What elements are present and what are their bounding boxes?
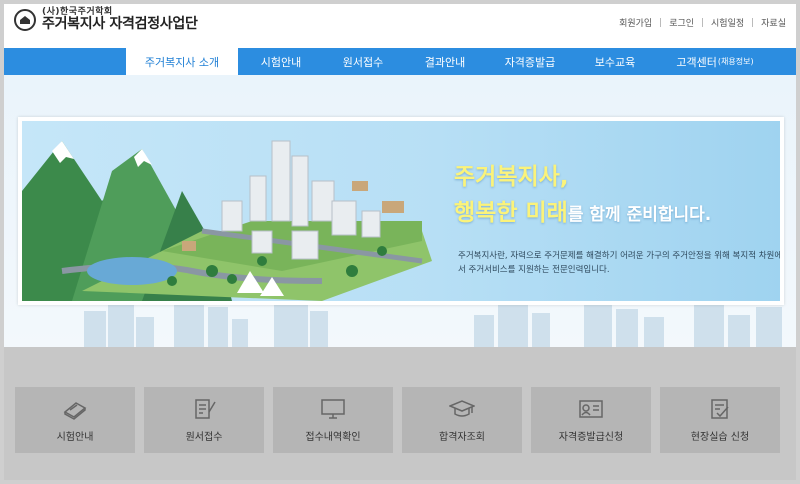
- nav-label: 자격증발급: [504, 55, 556, 69]
- application-form-icon: [195, 398, 216, 419]
- banner-slogan-line2: 행복한 미래를 함께 준비합니다.: [454, 193, 711, 227]
- site-title: 주거복지사 자격검정사업단: [42, 16, 198, 33]
- nav-label: 시험안내: [260, 55, 302, 69]
- quick-field-practice-button[interactable]: 현장실습 신청: [660, 387, 780, 453]
- quick-label: 현장실습 신청: [690, 431, 750, 443]
- quick-exam-info-button[interactable]: 시험안내: [15, 387, 135, 453]
- quick-receipt-check-button[interactable]: 접수내역확인: [273, 387, 393, 453]
- nav-item-training[interactable]: 보수교육: [574, 48, 656, 75]
- hero-section: 주거복지사, 행복한 미래를 함께 준비합니다. 주거복지사란, 자력으로 주거…: [4, 75, 796, 347]
- quick-pass-lookup-button[interactable]: 합격자조회: [402, 387, 522, 453]
- nav-item-results[interactable]: 결과안내: [404, 48, 486, 75]
- nav-item-customer-center[interactable]: 고객센터 (채용정보): [660, 48, 770, 75]
- divider: [660, 18, 662, 27]
- main-nav: 주거복지사 소개 시험안내 원서접수 결과안내 자격증발급 보수교육 고객센터(…: [4, 48, 796, 75]
- nav-item-exam-info[interactable]: 시험안내: [240, 48, 322, 75]
- nav-label: 원서접수: [342, 55, 384, 69]
- utility-links: 회원가입 로그인 시험일정 자료실: [619, 16, 786, 29]
- banner-slogan-line1: 주거복지사,: [454, 164, 569, 190]
- nav-suffix: (채용정보): [717, 57, 754, 66]
- quick-label: 합격자조회: [439, 431, 485, 443]
- divider: [752, 18, 754, 27]
- site-header: (사)한국주거학회 주거복지사 자격검정사업단 회원가입 로그인 시험일정 자료…: [0, 0, 800, 48]
- main-banner[interactable]: 주거복지사, 행복한 미래를 함께 준비합니다. 주거복지사란, 자력으로 주거…: [18, 117, 784, 305]
- slogan-part: 함께 준비합니다.: [589, 205, 712, 225]
- nav-label: 보수교육: [594, 55, 636, 69]
- login-link[interactable]: 로그인: [669, 16, 694, 29]
- seal-icon: [14, 9, 36, 32]
- slogan-part: 를: [567, 205, 590, 225]
- divider: [702, 18, 704, 27]
- id-card-icon: [579, 399, 603, 418]
- quick-label: 시험안내: [56, 431, 94, 443]
- slogan-part: 행복한: [454, 200, 526, 226]
- quick-application-button[interactable]: 원서접수: [144, 387, 264, 453]
- signup-link[interactable]: 회원가입: [619, 16, 652, 29]
- site-logo[interactable]: (사)한국주거학회 주거복지사 자격검정사업단: [14, 7, 198, 33]
- nav-item-certificate[interactable]: 자격증발급: [486, 48, 574, 75]
- resources-link[interactable]: 자료실: [761, 16, 786, 29]
- nav-label: 결과안내: [424, 55, 466, 69]
- nav-label: 주거복지사 소개: [144, 55, 220, 69]
- banner-description: 주거복지사란, 자력으로 주거문제를 해결하기 어려운 가구의 주거안정을 위해…: [458, 251, 780, 275]
- quick-label: 접수내역확인: [305, 431, 361, 443]
- nav-item-application[interactable]: 원서접수: [322, 48, 404, 75]
- nav-item-intro[interactable]: 주거복지사 소개: [126, 48, 238, 75]
- quick-label: 원서접수: [185, 431, 223, 443]
- quick-menu: 시험안내 원서접수 접수내역확인 합격자조회 자격증발급신청 현장실습 신청: [4, 347, 796, 480]
- checklist-icon: [711, 398, 729, 419]
- monitor-icon: [321, 398, 345, 419]
- city-illustration: [22, 140, 432, 301]
- nav-label: 고객센터: [676, 55, 717, 69]
- graduation-cap-icon: [449, 399, 475, 417]
- exam-schedule-link[interactable]: 시험일정: [711, 16, 744, 29]
- quick-label: 자격증발급신청: [558, 431, 624, 443]
- exam-book-icon: [63, 401, 87, 420]
- quick-certificate-request-button[interactable]: 자격증발급신청: [531, 387, 651, 453]
- slogan-highlight: 미래: [525, 200, 568, 226]
